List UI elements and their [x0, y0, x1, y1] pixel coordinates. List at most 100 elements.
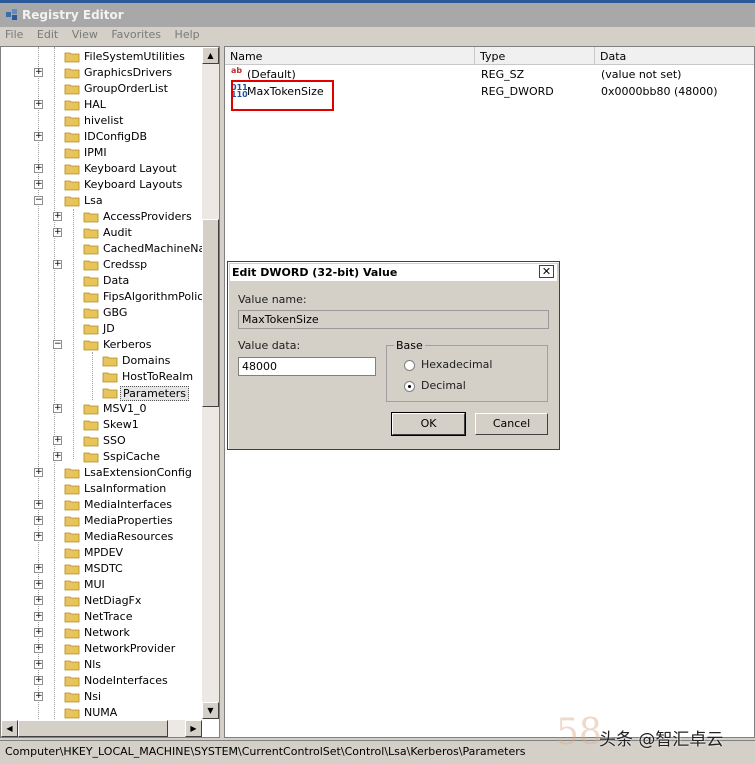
decimal-radio[interactable] — [404, 381, 415, 392]
tree-item[interactable]: CachedMachineNam — [1, 241, 216, 257]
expand-icon[interactable]: + — [53, 452, 62, 461]
tree-item[interactable]: + MediaInterfaces — [1, 497, 201, 513]
expand-icon[interactable]: + — [34, 564, 43, 573]
tree-item[interactable]: + MSDTC — [1, 561, 201, 577]
tree-item[interactable]: + Keyboard Layout — [1, 161, 201, 177]
tree-item[interactable]: MPDEV — [1, 545, 201, 561]
tree-item[interactable]: + Nsi — [1, 689, 201, 705]
expand-icon[interactable]: + — [53, 212, 62, 221]
tree-item[interactable]: + MSV1_0 — [1, 401, 201, 417]
tree-item[interactable]: + GraphicsDrivers — [1, 65, 201, 81]
tree-item[interactable]: hivelist — [1, 113, 201, 129]
tree-item[interactable]: + Audit — [1, 225, 201, 241]
tree-item[interactable]: + NodeInterfaces — [1, 673, 201, 689]
tree-item[interactable]: FipsAlgorithmPolicy — [1, 289, 210, 305]
hexadecimal-radio[interactable] — [404, 360, 415, 371]
expand-icon[interactable]: + — [34, 596, 43, 605]
title-bar[interactable]: Registry Editor — [0, 0, 755, 27]
tree-item[interactable]: IPMI — [1, 145, 201, 161]
expand-icon[interactable]: + — [34, 468, 43, 477]
tree-item[interactable]: HostToRealm — [1, 369, 201, 385]
decimal-label[interactable]: Decimal — [421, 379, 466, 392]
menu-favorites[interactable]: Favorites — [106, 27, 166, 42]
tree-item-label: Domains — [122, 354, 171, 367]
column-header-name[interactable]: Name — [225, 47, 475, 65]
value-data-input[interactable]: 48000 — [238, 357, 376, 376]
tree-vertical-scrollbar[interactable]: ▲ ▼ — [202, 47, 219, 719]
tree-item[interactable]: Parameters — [1, 385, 201, 401]
registry-tree[interactable]: FileSystemUtilities + GraphicsDrivers Group… — [0, 46, 220, 738]
tree-items: FileSystemUtilities + GraphicsDrivers Group… — [1, 49, 216, 721]
tree-item[interactable]: GroupOrderList — [1, 81, 201, 97]
tree-item[interactable]: + NetTrace — [1, 609, 201, 625]
value-type: REG_DWORD — [481, 85, 554, 98]
tree-item[interactable]: GBG — [1, 305, 201, 321]
tree-item[interactable]: − Lsa — [1, 193, 201, 209]
tree-item[interactable]: + NetworkProvider — [1, 641, 201, 657]
expand-icon[interactable]: + — [34, 644, 43, 653]
tree-item[interactable]: FileSystemUtilities — [1, 49, 201, 65]
expand-icon[interactable]: + — [34, 180, 43, 189]
scroll-thumb[interactable] — [18, 720, 168, 737]
expand-icon[interactable]: + — [34, 532, 43, 541]
collapse-icon[interactable]: − — [34, 196, 43, 205]
tree-item[interactable]: + IDConfigDB — [1, 129, 201, 145]
tree-item[interactable]: + SspiCache — [1, 449, 201, 465]
expand-icon[interactable]: + — [34, 164, 43, 173]
expand-icon[interactable]: + — [53, 228, 62, 237]
tree-item[interactable]: Domains — [1, 353, 201, 369]
string-value-icon: ab — [231, 66, 243, 75]
tree-item[interactable]: JD — [1, 321, 201, 337]
menu-view[interactable]: View — [67, 27, 103, 42]
tree-item[interactable]: + HAL — [1, 97, 201, 113]
expand-icon[interactable]: + — [34, 612, 43, 621]
close-icon[interactable]: ✕ — [539, 265, 554, 278]
tree-item[interactable]: Data — [1, 273, 201, 289]
tree-item[interactable]: + SSO — [1, 433, 201, 449]
ok-button[interactable]: OK — [391, 412, 466, 436]
tree-item[interactable]: + Nls — [1, 657, 201, 673]
tree-item[interactable]: + AccessProviders — [1, 209, 201, 225]
expand-icon[interactable]: + — [34, 100, 43, 109]
menu-edit[interactable]: Edit — [32, 27, 63, 42]
scroll-down-button[interactable]: ▼ — [202, 702, 219, 719]
expand-icon[interactable]: + — [34, 580, 43, 589]
expand-icon[interactable]: + — [34, 68, 43, 77]
collapse-icon[interactable]: − — [53, 340, 62, 349]
tree-item-label: GroupOrderList — [84, 82, 168, 95]
scroll-thumb[interactable] — [202, 219, 219, 407]
tree-item[interactable]: + NetDiagFx — [1, 593, 201, 609]
cancel-button[interactable]: Cancel — [475, 413, 548, 435]
tree-item[interactable]: LsaInformation — [1, 481, 201, 497]
tree-item[interactable]: + Credssp — [1, 257, 201, 273]
expand-icon[interactable]: + — [34, 132, 43, 141]
column-header-type[interactable]: Type — [475, 47, 595, 65]
scroll-left-button[interactable]: ◀ — [1, 720, 18, 737]
tree-item-label: Parameters — [120, 386, 189, 401]
expand-icon[interactable]: + — [53, 436, 62, 445]
expand-icon[interactable]: + — [34, 676, 43, 685]
tree-horizontal-scrollbar[interactable]: ◀ ▶ — [1, 720, 202, 737]
tree-item[interactable]: + Keyboard Layouts — [1, 177, 201, 193]
tree-item[interactable]: + MUI — [1, 577, 201, 593]
expand-icon[interactable]: + — [53, 404, 62, 413]
expand-icon[interactable]: + — [34, 516, 43, 525]
tree-item[interactable]: + MediaResources — [1, 529, 201, 545]
tree-item[interactable]: NUMA — [1, 705, 201, 721]
hexadecimal-label[interactable]: Hexadecimal — [421, 358, 492, 371]
scroll-up-button[interactable]: ▲ — [202, 47, 219, 64]
tree-item[interactable]: + MediaProperties — [1, 513, 201, 529]
menu-file[interactable]: File — [0, 27, 28, 42]
expand-icon[interactable]: + — [34, 692, 43, 701]
expand-icon[interactable]: + — [53, 260, 62, 269]
expand-icon[interactable]: + — [34, 660, 43, 669]
tree-item[interactable]: Skew1 — [1, 417, 201, 433]
expand-icon[interactable]: + — [34, 628, 43, 637]
tree-item[interactable]: + LsaExtensionConfig — [1, 465, 201, 481]
expand-icon[interactable]: + — [34, 500, 43, 509]
scroll-right-button[interactable]: ▶ — [185, 720, 202, 737]
tree-item[interactable]: − Kerberos — [1, 337, 201, 353]
tree-item[interactable]: + Network — [1, 625, 201, 641]
column-header-data[interactable]: Data — [595, 47, 754, 65]
menu-help[interactable]: Help — [170, 27, 205, 42]
